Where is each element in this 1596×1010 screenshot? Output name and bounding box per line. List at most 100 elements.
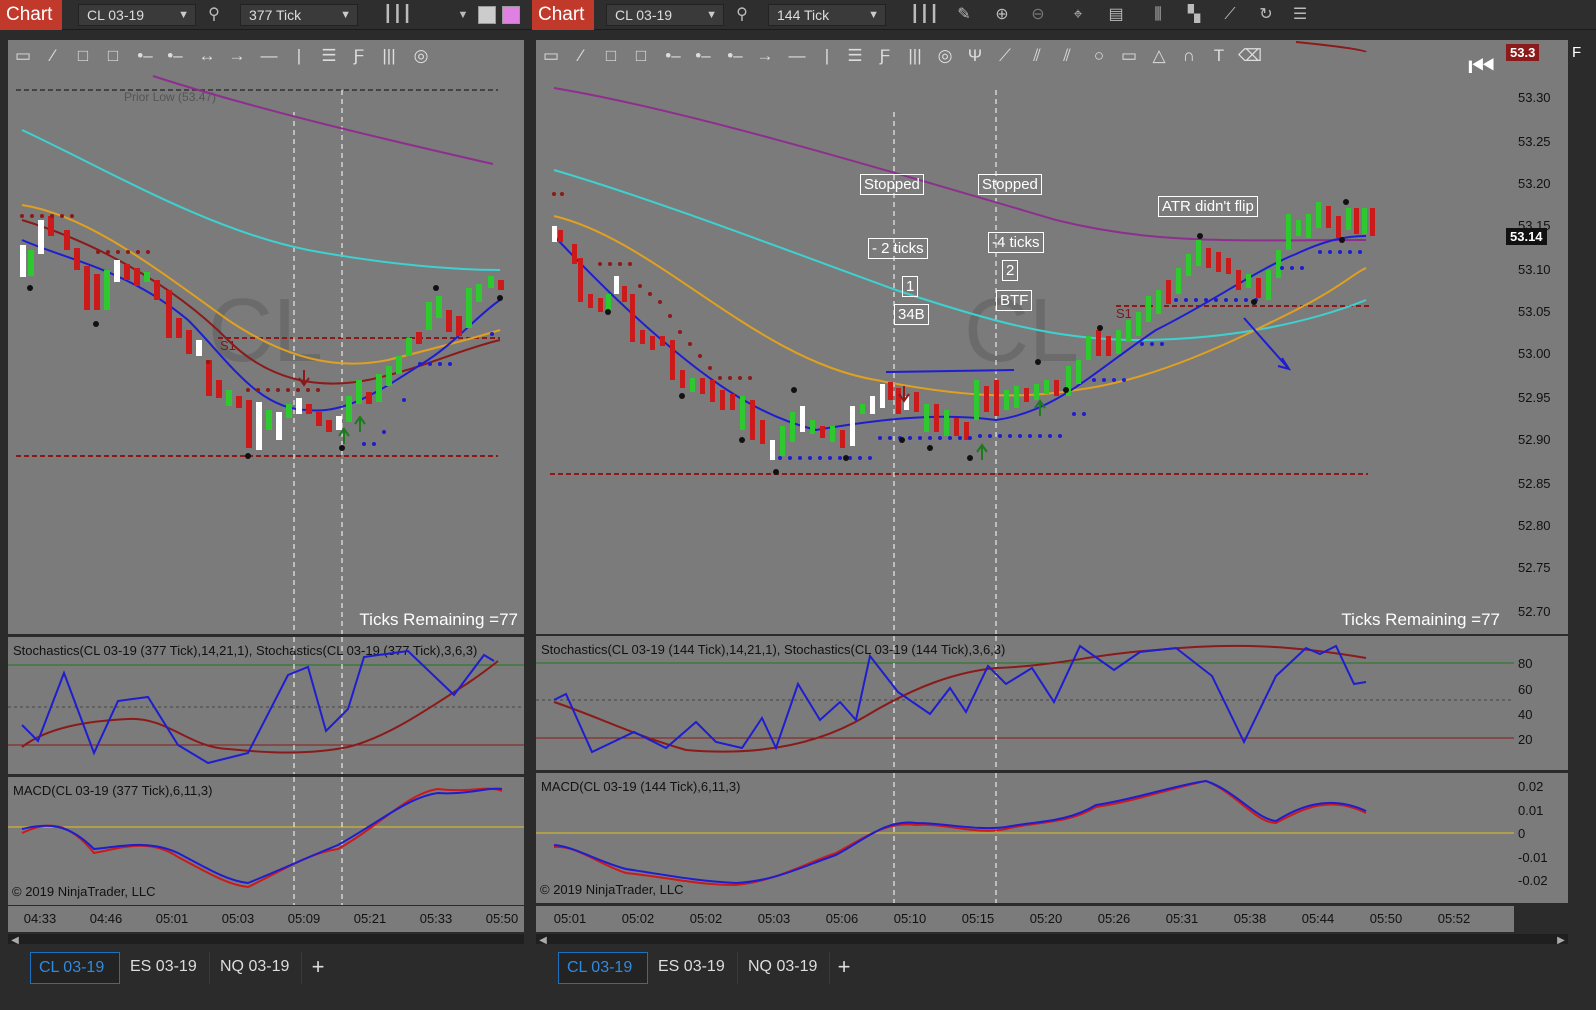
annotation-atr-didnt-flip: ATR didn't flip	[1158, 196, 1258, 217]
price-label: 52.85	[1518, 476, 1551, 491]
tab-es[interactable]: ES 03-19	[650, 952, 738, 984]
instrument-value: CL 03-19	[615, 7, 673, 23]
interval-selector[interactable]: 377 Tick ▼	[240, 4, 358, 26]
templates-icon[interactable]: ▚	[1184, 5, 1204, 25]
add-tab-button[interactable]: +	[302, 952, 334, 984]
zoom-in-icon[interactable]: ⊕	[992, 5, 1012, 25]
price-panel[interactable]: ▭ ⁄ □ □ •– •– ↔ → — | ☰ Ƒ ||| ◎ CL Prior…	[8, 40, 524, 634]
stochastics-panel[interactable]: Stochastics(CL 03-19 (144 Tick),14,21,1)…	[536, 636, 1514, 770]
time-label: 05:20	[1029, 911, 1063, 926]
stop-dots-blue	[778, 250, 1362, 460]
f-label[interactable]: F	[1572, 44, 1581, 61]
price-label: 53.10	[1518, 262, 1551, 277]
stoch-axis-label: 80	[1518, 656, 1533, 671]
interval-selector[interactable]: 144 Tick ▼	[768, 4, 886, 26]
chevron-down-icon: ▼	[340, 9, 351, 21]
price-label: 53.00	[1518, 346, 1551, 361]
macd-svg	[536, 773, 1514, 903]
color-swatch-pink-icon[interactable]	[502, 6, 520, 24]
time-label: 05:38	[1233, 911, 1267, 926]
macd-panel[interactable]: MACD(CL 03-19 (377 Tick),6,11,3) © 2019 …	[8, 777, 524, 905]
macd-axis-label: 0.01	[1518, 803, 1544, 818]
macd-axis-label: -0.01	[1518, 850, 1548, 865]
chevron-down-icon: ▼	[706, 9, 717, 21]
time-label: 05:33	[419, 911, 453, 926]
color-swatch-icon[interactable]	[478, 6, 496, 24]
refresh-icon[interactable]: ↻	[1256, 5, 1276, 25]
bars-style-icon[interactable]: ┃┃┃	[383, 5, 412, 25]
properties-icon[interactable]: ⫼	[1148, 5, 1168, 25]
ticks-remaining-label: Ticks Remaining =77	[359, 610, 518, 629]
macd-axis-label: 0.02	[1518, 779, 1544, 794]
stochastics-axis: 80 60 40 20	[1514, 636, 1568, 770]
time-label: 05:01	[553, 911, 587, 926]
crosshair-icon[interactable]: ⌖	[1068, 5, 1088, 25]
chart-menu-button[interactable]: Chart	[0, 0, 62, 30]
stoch-axis-label: 60	[1518, 682, 1533, 697]
price-chart-svg	[550, 41, 1375, 634]
price-label: 53.05	[1518, 304, 1551, 319]
time-label: 05:02	[689, 911, 723, 926]
annotation-stopped: Stopped	[978, 174, 1042, 195]
time-label: 05:01	[155, 911, 189, 926]
annotation-1: 1	[902, 276, 919, 297]
time-label: 04:46	[89, 911, 123, 926]
data-box-icon[interactable]: ▤	[1106, 5, 1126, 25]
time-label: 05:50	[485, 911, 519, 926]
macd-axis: 0.02 0.01 0 -0.01 -0.02	[1514, 773, 1568, 903]
toolbar: Chart CL 03-19 ▼ ⚲ 377 Tick ▼ ┃┃┃ ▼	[0, 0, 532, 30]
time-label: 05:26	[1097, 911, 1131, 926]
price-label: 52.75	[1518, 560, 1551, 575]
time-label: 05:50	[1369, 911, 1403, 926]
instrument-value: CL 03-19	[87, 7, 145, 23]
instrument-selector[interactable]: CL 03-19 ▼	[606, 4, 724, 26]
chart-window-right: Chart CL 03-19 ▼ ⚲ 144 Tick ▼ ┃┃┃ ✎ ⊕ ⊖ …	[532, 0, 1596, 1010]
dropdown-icon[interactable]: ▼	[453, 5, 473, 25]
price-label: 52.80	[1518, 518, 1551, 533]
zoom-out-icon[interactable]: ⊖	[1028, 5, 1048, 25]
tab-cl[interactable]: CL 03-19	[30, 952, 120, 984]
time-label: 05:03	[221, 911, 255, 926]
instrument-tabs: CL 03-19 ES 03-19 NQ 03-19 +	[0, 944, 532, 994]
time-label: 05:02	[621, 911, 655, 926]
tab-nq[interactable]: NQ 03-19	[212, 952, 302, 984]
tab-cl[interactable]: CL 03-19	[558, 952, 648, 984]
price-label: 52.95	[1518, 390, 1551, 405]
strategies-icon[interactable]: ⟋	[1220, 5, 1240, 25]
time-axis: 04:33 04:46 05:01 05:03 05:09 05:21 05:3…	[8, 906, 524, 932]
stochastics-panel[interactable]: Stochastics(CL 03-19 (377 Tick),14,21,1)…	[8, 637, 524, 774]
list-icon[interactable]: ☰	[1290, 5, 1310, 25]
tab-nq[interactable]: NQ 03-19	[740, 952, 830, 984]
toolbar: Chart CL 03-19 ▼ ⚲ 144 Tick ▼ ┃┃┃ ✎ ⊕ ⊖ …	[532, 0, 1596, 30]
tab-es[interactable]: ES 03-19	[122, 952, 210, 984]
annotation-stopped: Stopped	[860, 174, 924, 195]
stochastics-svg	[8, 637, 524, 774]
add-tab-button[interactable]: +	[828, 952, 860, 984]
top-price-tag: 53.3	[1506, 44, 1540, 61]
time-label: 05:52	[1437, 911, 1471, 926]
price-panel[interactable]: ▭ ⁄ □ □ •– •– •– → — | ☰ Ƒ ||| ◎ Ψ ⟋ ⫽ ⫽…	[536, 40, 1514, 634]
ticks-remaining-label: Ticks Remaining =77	[1341, 610, 1500, 629]
price-label: 52.90	[1518, 432, 1551, 447]
chevron-down-icon: ▼	[868, 9, 879, 21]
macd-svg	[8, 777, 524, 905]
search-icon[interactable]: ⚲	[732, 5, 752, 25]
bars-style-icon[interactable]: ┃┃┃	[910, 5, 939, 25]
current-price-tag: 53.14	[1506, 228, 1547, 245]
instrument-selector[interactable]: CL 03-19 ▼	[78, 4, 196, 26]
search-icon[interactable]: ⚲	[204, 5, 224, 25]
price-axis[interactable]: 53.3 53.30 53.25 53.20 53.15 53.10 53.05…	[1506, 40, 1568, 634]
time-label: 05:31	[1165, 911, 1199, 926]
time-label: 05:15	[961, 911, 995, 926]
pencil-icon[interactable]: ✎	[954, 5, 974, 25]
annotation-minus-2-ticks: - 2 ticks	[868, 238, 928, 259]
macd-panel[interactable]: MACD(CL 03-19 (144 Tick),6,11,3) © 2019 …	[536, 773, 1514, 903]
time-label: 05:10	[893, 911, 927, 926]
time-label: 05:06	[825, 911, 859, 926]
chart-menu-button[interactable]: Chart	[532, 0, 594, 30]
instrument-tabs: CL 03-19 ES 03-19 NQ 03-19 +	[532, 944, 1596, 994]
interval-value: 144 Tick	[777, 7, 830, 23]
chart-window-left: Chart CL 03-19 ▼ ⚲ 377 Tick ▼ ┃┃┃ ▼ ▭ ⁄ …	[0, 0, 532, 1010]
price-label: 53.20	[1518, 176, 1551, 191]
time-axis: 05:01 05:02 05:02 05:03 05:06 05:10 05:1…	[536, 906, 1514, 932]
